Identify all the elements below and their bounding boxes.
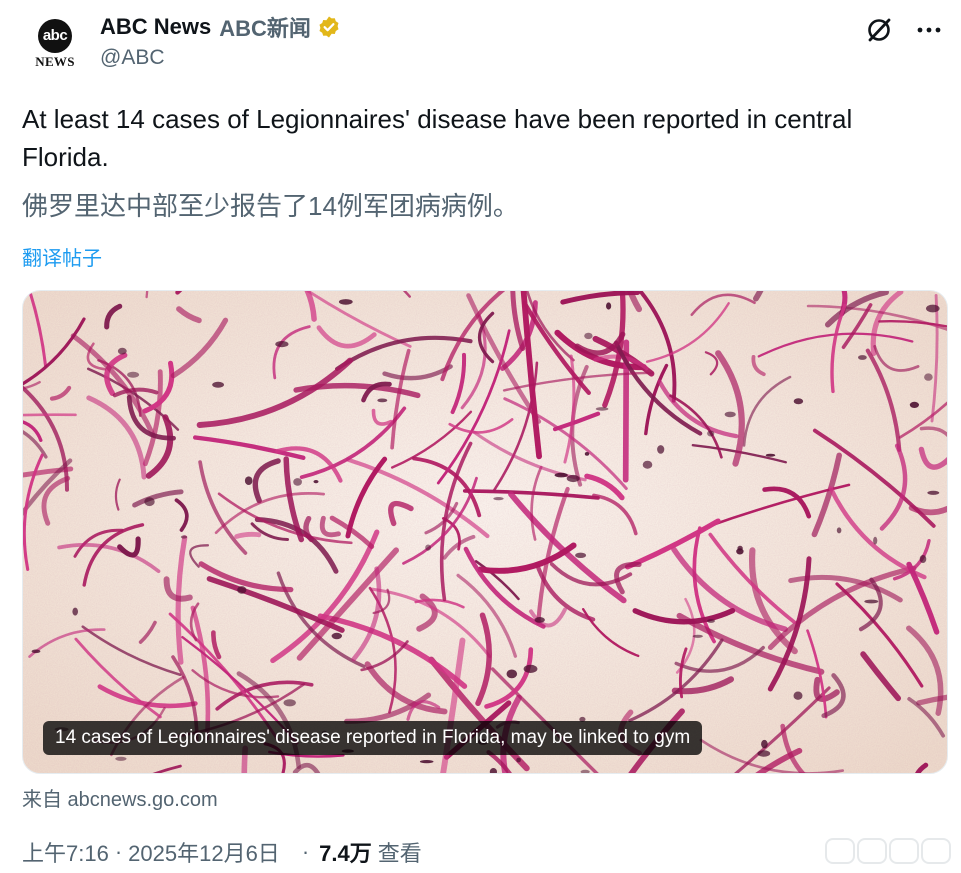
stain-spot: [707, 430, 715, 437]
verified-badge-icon[interactable]: [317, 15, 341, 39]
stain-spot: [425, 544, 431, 551]
stain-spot: [926, 304, 940, 313]
translate-post-link[interactable]: 翻译帖子: [22, 242, 102, 271]
stain-spot: [793, 691, 803, 700]
stain-spot: [338, 299, 353, 305]
stain-spot: [642, 460, 653, 469]
grok-icon: [868, 18, 891, 42]
tweet-text: At least 14 cases of Legionnaires' disea…: [22, 104, 853, 172]
stain-spot: [313, 480, 319, 484]
stain-spot: [919, 555, 927, 563]
display-name-cn[interactable]: ABC新闻: [219, 11, 311, 43]
bacteria-rod: [234, 531, 262, 539]
stain-spot: [275, 341, 289, 348]
grok-button[interactable]: [861, 12, 897, 48]
stain-spot: [584, 332, 593, 340]
meta-separator: ·: [301, 839, 310, 864]
account-handle[interactable]: @ABC: [100, 46, 165, 70]
stain-spot: [516, 757, 521, 763]
stain-spot: [864, 599, 879, 604]
stain-spot: [924, 373, 933, 381]
stain-spot: [554, 472, 568, 478]
stain-spot: [144, 497, 155, 507]
tweet-time[interactable]: 上午7:16: [22, 836, 109, 868]
account-name-row: ABC News ABC新闻: [100, 12, 341, 42]
stain-spot: [331, 632, 342, 640]
display-name[interactable]: ABC News: [100, 14, 211, 40]
tweet-date[interactable]: 2025年12月6日: [128, 836, 280, 868]
stain-spot: [692, 634, 703, 638]
stain-spot: [72, 607, 78, 616]
stain-spot: [127, 371, 140, 378]
abc-logo-news: NEWS: [35, 53, 75, 69]
stain-spot: [873, 536, 878, 545]
stain-spot: [523, 664, 538, 673]
stain-spot: [283, 699, 296, 707]
stain-spot: [793, 398, 804, 405]
top-actions: [861, 12, 947, 48]
abc-logo-disc: abc: [38, 18, 72, 53]
stain-spot: [419, 760, 434, 764]
stain-spot: [584, 452, 590, 456]
stain-spot: [377, 398, 388, 403]
stain-spot: [724, 411, 736, 418]
stain-spot: [761, 739, 768, 749]
tweet-translation: 佛罗里达中部至少报告了14例军团病病例。: [22, 191, 519, 221]
stain-spot: [212, 381, 225, 388]
meta-separator: ·: [114, 839, 123, 864]
views-label: 查看: [377, 841, 422, 866]
stain-spot: [493, 497, 504, 501]
stain-spot: [506, 669, 518, 679]
stain-spot: [237, 586, 247, 594]
stain-spot: [707, 619, 715, 623]
stain-spot: [575, 552, 587, 558]
stain-spot: [909, 401, 920, 408]
stain-spot: [115, 756, 127, 761]
stain-spot: [595, 407, 609, 411]
stain-spot: [566, 474, 580, 483]
bacteria-micrograph-image: [23, 291, 947, 773]
avatar[interactable]: abc NEWS: [24, 12, 86, 74]
stain-spot: [757, 750, 771, 757]
watermark-overlay: [825, 838, 951, 864]
stain-spot: [657, 445, 665, 454]
views-count: 7.4万: [319, 841, 372, 866]
tweet-meta: 上午7:16 · 2025年12月6日 · 7.4万 查看: [22, 836, 422, 868]
more-options-icon: [917, 27, 941, 33]
stain-spot: [244, 476, 253, 485]
stain-spot: [736, 548, 744, 555]
stain-spot: [293, 478, 302, 486]
card-caption: 14 cases of Legionnaires' disease report…: [43, 721, 703, 755]
stain-spot: [765, 453, 776, 457]
stain-spot: [858, 355, 867, 360]
stain-spot: [927, 490, 940, 495]
card-source-link[interactable]: 来自 abcnews.go.com: [22, 783, 218, 812]
link-preview-card[interactable]: 14 cases of Legionnaires' disease report…: [22, 290, 948, 774]
stain-spot: [534, 617, 545, 623]
stain-spot: [606, 302, 612, 310]
stain-spot: [836, 527, 842, 534]
more-options-button[interactable]: [911, 12, 947, 48]
stain-spot: [117, 347, 127, 355]
stain-spot: [180, 535, 188, 539]
stain-spot: [31, 649, 41, 654]
